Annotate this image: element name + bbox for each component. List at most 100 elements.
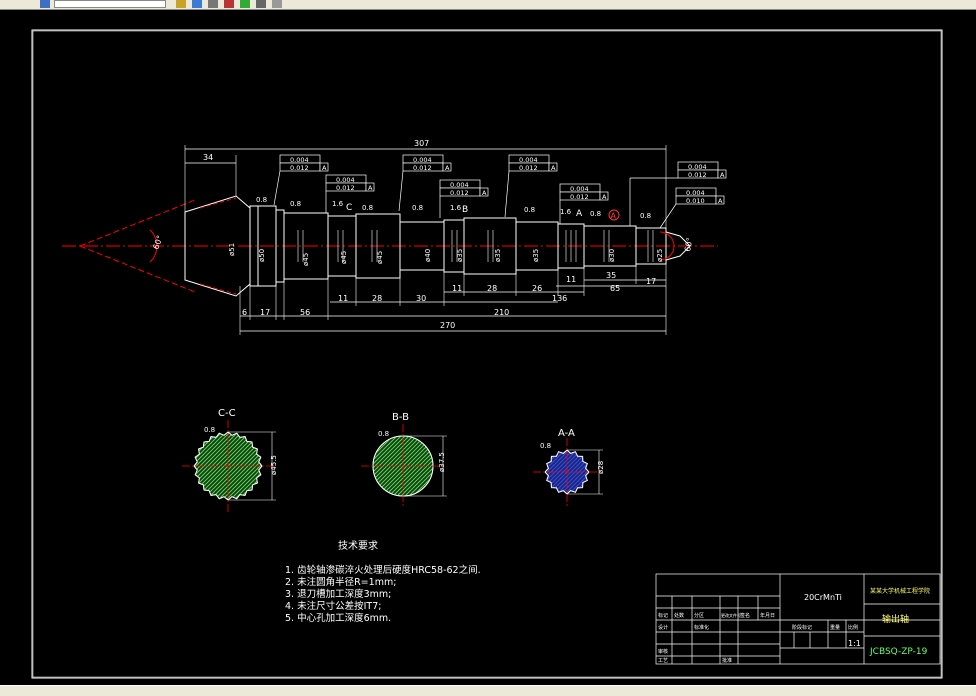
marker-a: A [576,209,583,219]
note-2: 2. 未注圆角半径R=1mm; [285,576,396,588]
dim-35: 35 [606,271,616,280]
note-5: 5. 中心孔加工深度6mm. [285,612,391,624]
redo-icon[interactable] [240,0,250,8]
dim-11a: 11 [338,294,348,303]
section-rough-aa: 0.8 [540,442,551,450]
dim-28a: 28 [372,294,382,303]
svg-text:更改文件号: 更改文件号 [721,612,741,618]
dimension-lines [185,148,666,332]
drawing-border [31,29,943,679]
dia-6: ø35 [456,249,464,262]
rough-4: 0.8 [412,204,423,212]
dim-11b: 11 [452,284,462,293]
dim-6: 6 [242,308,247,317]
svg-text:A: A [445,164,450,172]
dia-1: ø50 [258,249,266,262]
svg-text:0.012: 0.012 [413,164,432,172]
dim-left-cone: 34 [203,153,213,162]
svg-text:A: A [322,164,327,172]
svg-text:处数: 处数 [674,612,684,619]
section-aa [533,438,603,506]
section-rough-bb: 0.8 [378,430,389,438]
app-toolbar [0,0,976,10]
rough-8: 0.8 [590,210,601,218]
dim-65: 65 [610,284,620,293]
dim-17a: 17 [260,308,270,317]
tb-material: 20CrMnTi [804,593,842,602]
dim-11c: 11 [566,275,576,284]
zoom-icon[interactable] [272,0,282,8]
section-dim-aa: ø28 [597,461,605,474]
open-icon[interactable] [176,0,186,8]
section-cc [182,420,276,512]
marker-b: B [462,205,468,215]
section-dim-cc: ø45.5 [270,455,278,475]
dim-26: 26 [532,284,542,293]
rough-9: 0.8 [640,212,651,220]
svg-text:标记: 标记 [658,612,668,619]
svg-text:0.004: 0.004 [570,185,589,193]
rough-0: 0.8 [256,196,267,204]
section-rough-cc: 0.8 [204,426,215,434]
undo-icon[interactable] [224,0,234,8]
extension-lines [184,145,667,335]
tb-drawing-no: JCBSQ-ZP-19 [869,647,928,657]
svg-text:年月日: 年月日 [760,612,775,619]
dia-9: ø30 [608,249,616,262]
section-title-cc: C-C [218,408,236,419]
tb-scale: 1:1 [848,639,861,648]
tolerance-frames: 0.004 0.012 A 0.004 0.012 A 0.004 0.012 … [273,154,727,229]
dia-10: ø25 [656,249,664,262]
svg-text:0.004: 0.004 [450,181,469,189]
dim-210: 210 [494,308,509,317]
dim-30: 30 [416,294,426,303]
rough-3: 0.8 [362,204,373,212]
dia-3: ø45 [340,251,348,264]
rough-5: 1.6 [450,204,462,212]
dim-136: 136 [552,294,567,303]
svg-text:0.012: 0.012 [290,164,309,172]
svg-text:0.012: 0.012 [519,164,538,172]
angle-left: 60° [151,234,164,250]
svg-text:A: A [602,193,607,201]
svg-text:0.012: 0.012 [688,171,707,179]
pan-icon[interactable] [256,0,266,8]
dim-56: 56 [300,308,310,317]
cad-drawing: 307 34 270 6 17 56 11 28 30 11 28 26 136… [31,29,943,679]
layer-combo[interactable] [54,0,166,8]
svg-text:0.004: 0.004 [336,176,355,184]
svg-text:重量: 重量 [830,624,840,631]
save-icon[interactable] [192,0,202,8]
marker-c: C [346,203,352,213]
svg-text:设计: 设计 [658,624,668,631]
status-bar [0,685,976,696]
tb-school: 某某大学机械工程学院 [870,587,930,595]
tol-frame-5: 0.004 0.012 A [559,183,609,224]
tol-frame-0: 0.004 0.012 A [273,154,329,206]
svg-text:0.004: 0.004 [413,156,432,164]
print-icon[interactable] [208,0,218,8]
note-1: 1. 齿轮轴渗碳淬火处理后硬度HRC58-62之间. [285,564,481,576]
svg-text:0.012: 0.012 [336,184,355,192]
svg-text:0.012: 0.012 [450,189,469,197]
dim-28b: 28 [487,284,497,293]
dim-bottom-total: 270 [440,321,455,330]
svg-text:0.010: 0.010 [686,197,705,205]
dia-4: ø45 [376,251,384,264]
section-titles: C-C B-B A-A [218,408,575,439]
svg-text:标准化: 标准化 [694,624,709,631]
svg-text:0.004: 0.004 [290,156,309,164]
section-title-aa: A-A [558,428,575,439]
app-icon[interactable] [40,0,50,8]
svg-text:比例: 比例 [848,624,858,631]
drawing-border-inner [32,30,942,678]
tb-part-name: 输出轴 [882,613,909,625]
rough-1: 0.8 [290,200,301,208]
section-dim-bb: ø37.5 [438,452,446,472]
drawing-canvas[interactable]: 307 34 270 6 17 56 11 28 30 11 28 26 136… [0,10,976,685]
svg-text:阶段标记: 阶段标记 [792,624,812,631]
dim-17b: 17 [646,277,656,286]
svg-text:签名: 签名 [740,612,750,619]
svg-text:0.004: 0.004 [686,189,705,197]
svg-text:A: A [482,189,487,197]
